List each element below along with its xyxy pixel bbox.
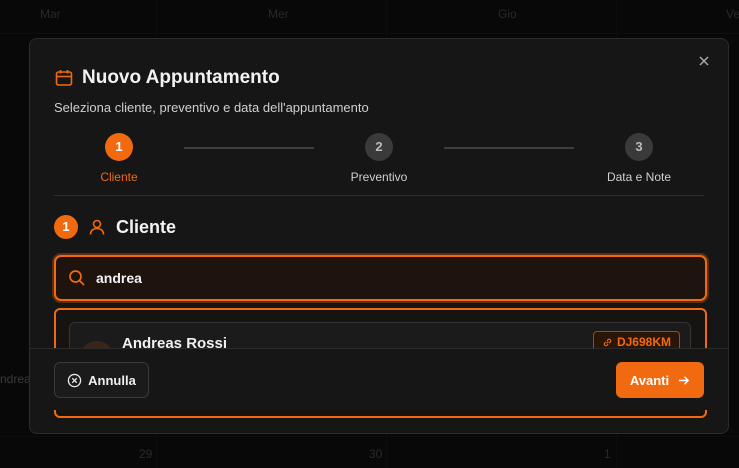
license-plate: DJ698KM [616, 335, 671, 349]
step-data-note: 3 Data e Note [589, 133, 689, 184]
link-icon [603, 338, 612, 346]
close-icon [699, 56, 709, 66]
new-appointment-dialog: Nuovo Appuntamento Seleziona cliente, pr… [29, 38, 729, 434]
step-number: 1 [105, 133, 133, 161]
divider [54, 195, 704, 196]
stepper: 1 Cliente 2 Preventivo 3 Data e Note [54, 133, 704, 193]
step-label: Data e Note [606, 170, 672, 184]
dialog-header: Nuovo Appuntamento [54, 67, 280, 89]
step-number: 3 [625, 133, 653, 161]
section-title: Cliente [116, 216, 177, 237]
next-label: Avanti [629, 372, 670, 388]
cancel-circle-icon [67, 373, 82, 387]
close-button[interactable] [694, 53, 714, 73]
section-header: 1 Cliente [54, 215, 176, 239]
step-label: Preventivo [350, 170, 408, 184]
step-connector [444, 147, 574, 149]
dialog-title: Nuovo Appuntamento [82, 67, 280, 88]
step-cliente: 1 Cliente [69, 133, 169, 184]
cancel-label: Annulla [88, 372, 136, 388]
step-connector [184, 147, 314, 149]
next-button[interactable]: Avanti [616, 362, 704, 398]
user-icon [89, 219, 105, 235]
step-number: 2 [365, 133, 393, 161]
client-search-input[interactable] [96, 270, 656, 286]
step-preventivo: 2 Preventivo [329, 133, 429, 184]
search-icon [69, 270, 85, 286]
section-number: 1 [54, 215, 78, 239]
calendar-icon [55, 70, 73, 86]
arrow-right-icon [678, 375, 690, 385]
client-search[interactable] [54, 255, 707, 301]
cancel-button[interactable]: Annulla [54, 362, 149, 398]
dialog-footer: Annulla Avanti [30, 348, 728, 410]
dialog-subtitle: Seleziona cliente, preventivo e data del… [54, 100, 369, 115]
step-label: Cliente [100, 170, 138, 184]
